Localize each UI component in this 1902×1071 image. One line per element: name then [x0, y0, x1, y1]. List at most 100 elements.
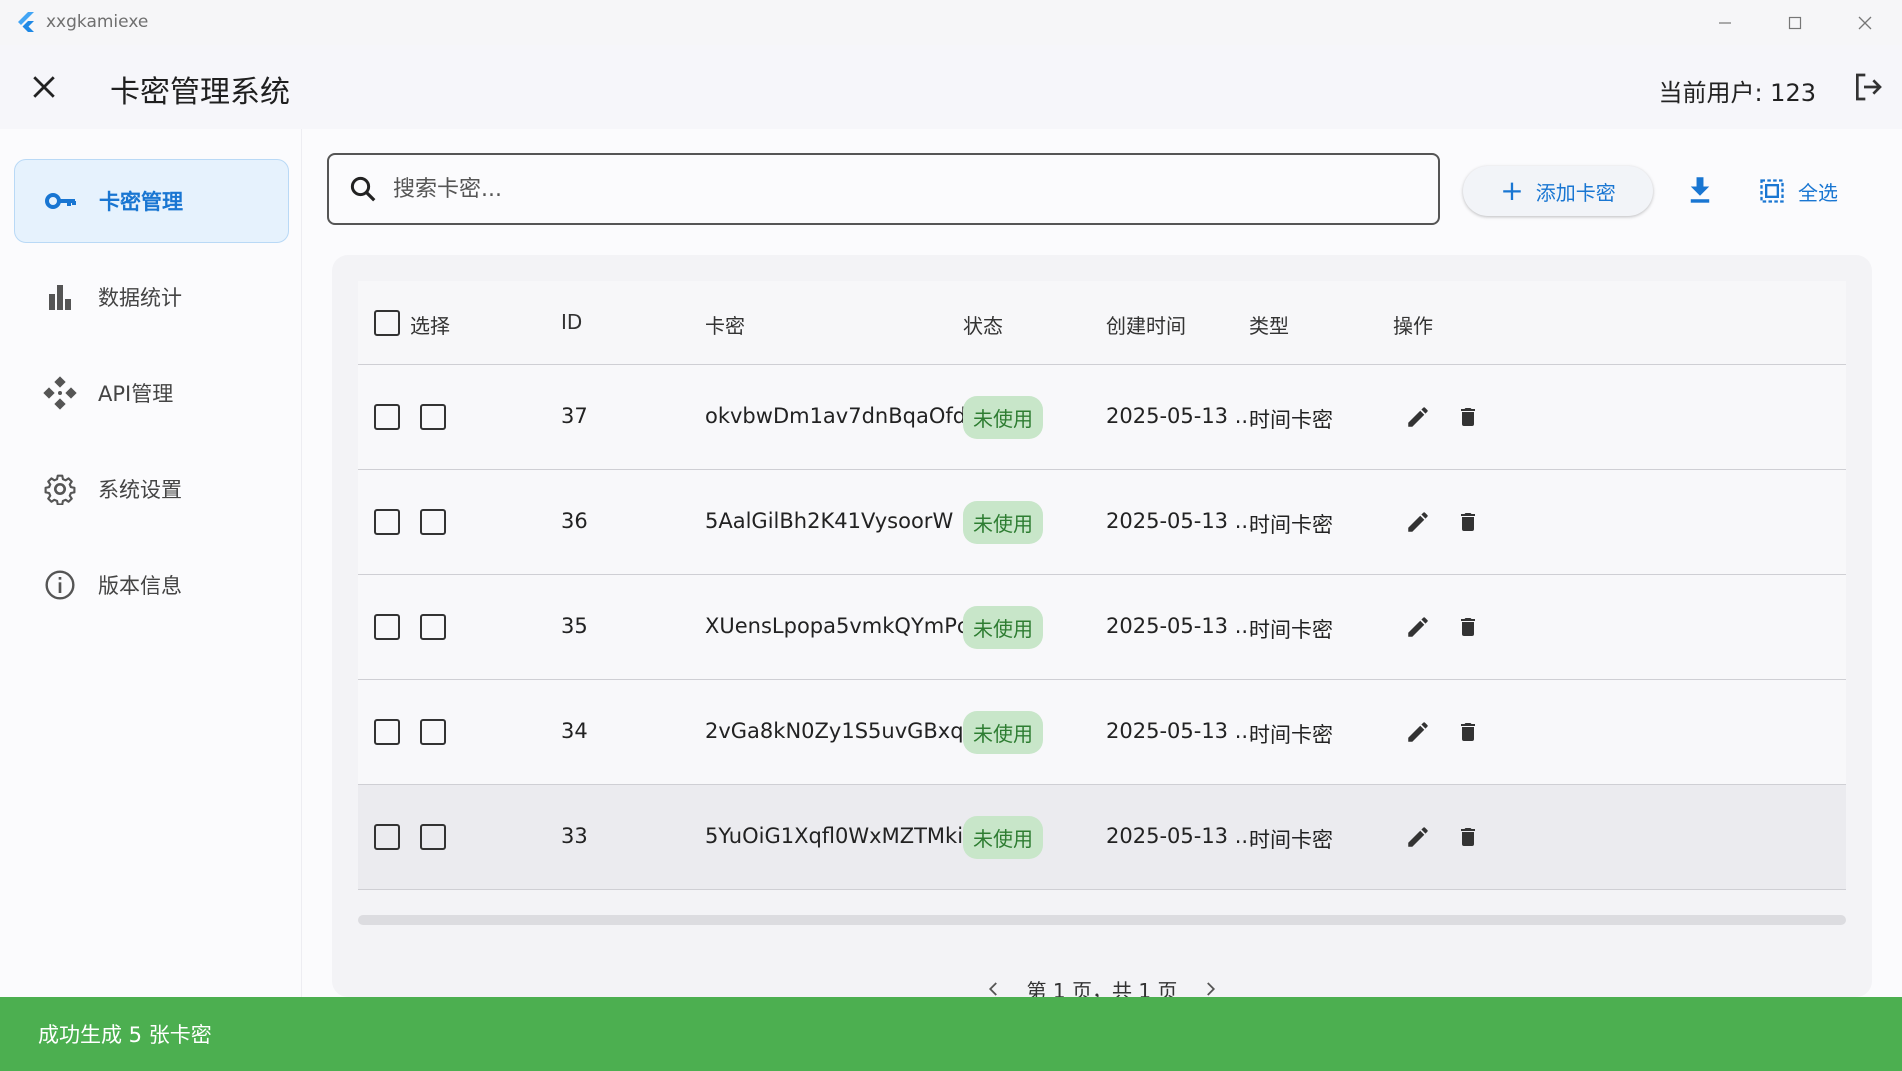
sidebar-item-label: 卡密管理	[99, 190, 183, 214]
maximize-button[interactable]	[1760, 0, 1830, 45]
row-select-checkbox[interactable]	[420, 719, 446, 745]
delete-button[interactable]	[1450, 819, 1486, 855]
sidebar-item-api[interactable]: API管理	[14, 351, 289, 435]
snackbar-message: 成功生成 5 张卡密	[38, 1023, 212, 1047]
row-type: 时间卡密	[1249, 408, 1333, 432]
sidebar-item-card-management[interactable]: 卡密管理	[14, 159, 289, 243]
row-select-checkbox[interactable]	[420, 404, 446, 430]
row-id: 33	[561, 824, 588, 848]
api-icon	[40, 373, 80, 413]
download-button[interactable]	[1677, 167, 1723, 213]
column-header-type: 类型	[1249, 314, 1289, 338]
sidebar-item-version[interactable]: 版本信息	[14, 543, 289, 627]
delete-button[interactable]	[1450, 714, 1486, 750]
table-row[interactable]: 34 2vGa8kN0Zy1S5uvGBxq9 未使用 2025-05-13 .…	[358, 680, 1846, 785]
row-key: XUensLpopa5vmkQYmPcS	[705, 614, 982, 638]
status-badge: 未使用	[963, 711, 1043, 754]
row-key: 5AalGilBh2K41VysoorW	[705, 509, 954, 533]
status-badge: 未使用	[963, 816, 1043, 859]
main-content: + 添加卡密 全选 选择 ID 卡密 状态 创建时间 类型 操作	[302, 129, 1902, 1003]
column-header-id: ID	[561, 310, 583, 334]
close-icon	[33, 76, 55, 98]
row-select-checkbox[interactable]	[420, 614, 446, 640]
row-type: 时间卡密	[1249, 828, 1333, 852]
edit-icon	[1408, 617, 1428, 637]
row-select-checkbox[interactable]	[420, 509, 446, 535]
drawer-close-button[interactable]	[26, 69, 62, 105]
delete-icon	[1461, 723, 1475, 741]
edit-button[interactable]	[1400, 399, 1436, 435]
sidebar-item-label: 数据统计	[98, 286, 182, 310]
row-select-checkbox[interactable]	[420, 824, 446, 850]
sidebar-item-settings[interactable]: 系统设置	[14, 447, 289, 531]
bar-chart-icon	[40, 277, 80, 317]
row-id: 36	[561, 509, 588, 533]
row-type: 时间卡密	[1249, 513, 1333, 537]
delete-button[interactable]	[1450, 399, 1486, 435]
gear-icon	[40, 469, 80, 509]
row-checkbox[interactable]	[374, 614, 400, 640]
logout-button[interactable]	[1848, 67, 1888, 107]
delete-icon	[1461, 618, 1475, 636]
maximize-icon	[1788, 16, 1802, 29]
row-created: 2025-05-13 ...	[1106, 719, 1255, 743]
card-table-panel: 选择 ID 卡密 状态 创建时间 类型 操作 37 okvbwDm1av7dnB…	[332, 255, 1872, 1003]
minimize-button[interactable]	[1690, 0, 1760, 45]
table-row[interactable]: 37 okvbwDm1av7dnBqaOfda 未使用 2025-05-13 .…	[358, 365, 1846, 470]
key-icon	[41, 181, 81, 221]
delete-button[interactable]	[1450, 504, 1486, 540]
window-close-button[interactable]	[1830, 0, 1900, 45]
chevron-right-icon	[1207, 982, 1216, 996]
row-type: 时间卡密	[1249, 723, 1333, 747]
edit-button[interactable]	[1400, 504, 1436, 540]
add-card-label: 添加卡密	[1535, 180, 1616, 205]
flutter-logo-icon	[18, 12, 34, 32]
select-all-icon	[1760, 179, 1784, 203]
row-id: 35	[561, 614, 588, 638]
edit-button[interactable]	[1400, 609, 1436, 645]
edit-button[interactable]	[1400, 819, 1436, 855]
delete-icon	[1461, 828, 1475, 846]
select-all-button[interactable]: 全选	[1758, 166, 1868, 216]
search-icon	[343, 169, 383, 209]
chevron-left-icon	[988, 982, 997, 996]
status-badge: 未使用	[963, 606, 1043, 649]
sidebar-item-statistics[interactable]: 数据统计	[14, 255, 289, 339]
search-input[interactable]	[393, 176, 1393, 202]
horizontal-scrollbar[interactable]	[358, 915, 1846, 925]
add-card-button[interactable]: + 添加卡密	[1463, 166, 1653, 216]
row-id: 34	[561, 719, 588, 743]
column-header-created: 创建时间	[1106, 314, 1186, 338]
row-checkbox[interactable]	[374, 509, 400, 535]
column-header-select: 选择	[410, 314, 450, 338]
delete-button[interactable]	[1450, 609, 1486, 645]
edit-button[interactable]	[1400, 714, 1436, 750]
status-badge: 未使用	[963, 396, 1043, 439]
sidebar-item-label: 版本信息	[98, 574, 182, 598]
download-icon	[1690, 177, 1710, 203]
table-row[interactable]: 33 5YuOiG1Xqfl0WxMZTMki 未使用 2025-05-13 .…	[358, 785, 1846, 890]
row-key: 5YuOiG1Xqfl0WxMZTMki	[705, 824, 964, 848]
row-checkbox[interactable]	[374, 719, 400, 745]
row-created: 2025-05-13 ...	[1106, 404, 1255, 428]
row-id: 37	[561, 404, 588, 428]
table-row[interactable]: 36 5AalGilBh2K41VysoorW 未使用 2025-05-13 .…	[358, 470, 1846, 575]
row-checkbox[interactable]	[374, 404, 400, 430]
card-table: 选择 ID 卡密 状态 创建时间 类型 操作 37 okvbwDm1av7dnB…	[358, 281, 1846, 890]
header-select-checkbox[interactable]	[374, 310, 400, 336]
column-header-key: 卡密	[705, 314, 745, 338]
info-icon	[40, 565, 80, 605]
edit-icon	[1408, 407, 1428, 427]
row-checkbox[interactable]	[374, 824, 400, 850]
table-row[interactable]: 35 XUensLpopa5vmkQYmPcS 未使用 2025-05-13 .…	[358, 575, 1846, 680]
sidebar-item-label: 系统设置	[98, 478, 182, 502]
search-field[interactable]	[327, 153, 1440, 225]
row-created: 2025-05-13 ...	[1106, 614, 1255, 638]
delete-icon	[1461, 408, 1475, 426]
snackbar: 成功生成 5 张卡密	[0, 997, 1902, 1071]
minimize-icon	[1719, 21, 1731, 24]
status-badge: 未使用	[963, 501, 1043, 544]
row-key: okvbwDm1av7dnBqaOfda	[705, 404, 979, 428]
edit-icon	[1408, 827, 1428, 847]
row-key: 2vGa8kN0Zy1S5uvGBxq9	[705, 719, 977, 743]
